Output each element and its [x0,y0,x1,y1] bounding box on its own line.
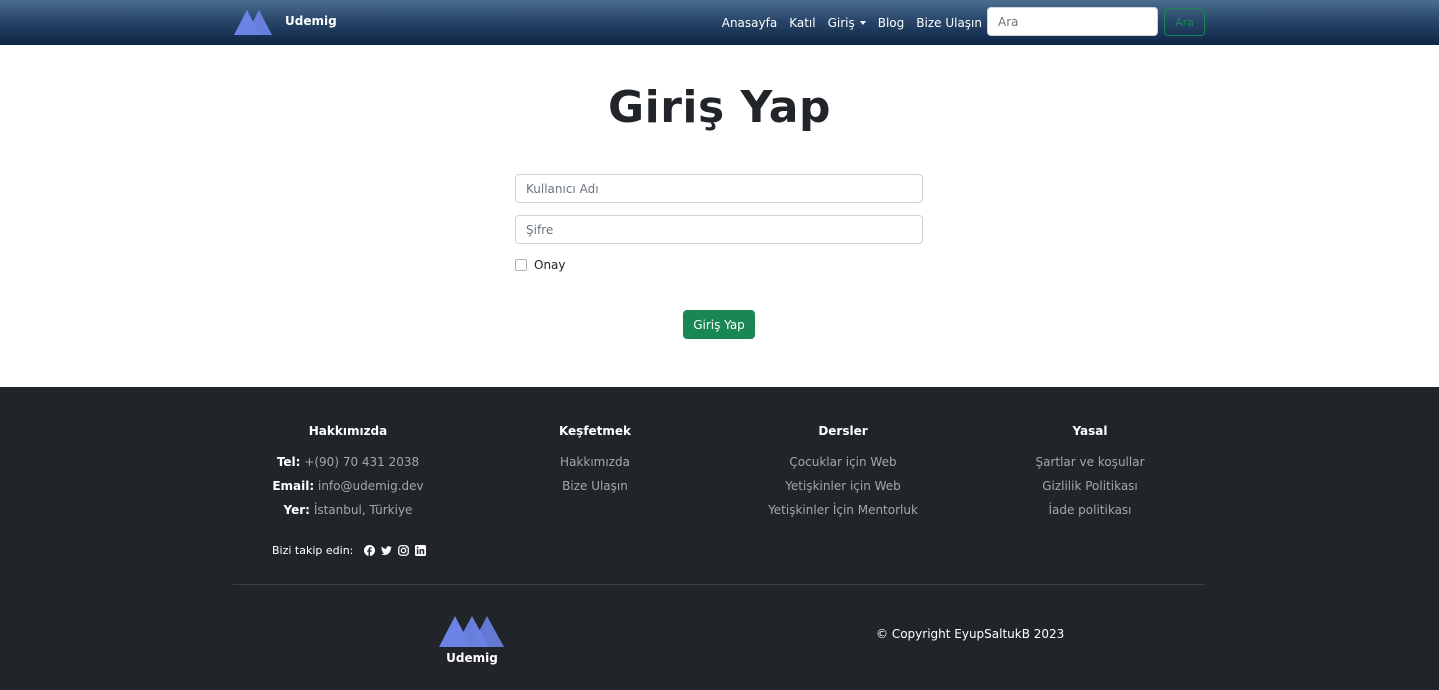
footer-legal-column: Yasal Şartlar ve koşullar Gizlilik Polit… [970,424,1210,526]
email-value[interactable]: info@udemig.dev [318,479,424,493]
footer-link-terms[interactable]: Şartlar ve koşullar [970,454,1210,478]
login-submit-button[interactable]: Giriş Yap [683,310,755,339]
nav-links: Anasayfa Katıl Giriş Blog Bize Ulaşın [710,0,982,45]
nav-link-join[interactable]: Katıl [789,16,815,30]
footer-link-privacy[interactable]: Gizlilik Politikası [970,478,1210,502]
confirm-checkbox-label[interactable]: Onay [534,258,566,272]
confirm-checkbox-row: Onay [515,258,566,272]
confirm-checkbox[interactable] [515,259,527,271]
username-field[interactable] [515,174,923,203]
footer-link-kids-web[interactable]: Çocuklar için Web [723,454,963,478]
udemig-logo-icon [439,616,504,647]
email-label: Email: [272,479,315,493]
footer-link-adults-web[interactable]: Yetişkinler için Web [723,478,963,502]
instagram-icon[interactable] [398,545,410,556]
footer-location: Yer: İstanbul, Türkiye [228,502,468,526]
footer-link-refund[interactable]: İade politikası [970,502,1210,526]
follow-us: Bizi takip edin: [272,544,427,557]
footer-divider [233,584,1205,585]
footer: Hakkımızda Tel: +(90) 70 431 2038 Email:… [0,387,1439,690]
copyright-text: © Copyright EyupSaltukB 2023 [876,627,1065,641]
twitter-icon[interactable] [381,545,393,556]
facebook-icon[interactable] [364,545,376,556]
footer-link-contact[interactable]: Bize Ulaşın [475,478,715,502]
search-input[interactable] [987,7,1158,36]
footer-email: Email: info@udemig.dev [228,478,468,502]
footer-link-about[interactable]: Hakkımızda [475,454,715,478]
caret-down-icon [859,21,866,25]
footer-link-adults-mentoring[interactable]: Yetişkinler İçin Mentorluk [723,502,963,526]
nav-link-contact[interactable]: Bize Ulaşın [916,16,982,30]
footer-about-column: Hakkımızda Tel: +(90) 70 431 2038 Email:… [228,424,468,526]
footer-courses-column: Dersler Çocuklar için Web Yetişkinler iç… [723,424,963,526]
search-button[interactable]: Ara [1164,8,1205,36]
nav-link-home[interactable]: Anasayfa [722,16,777,30]
brand-name: Udemig [285,14,337,28]
phone-label: Tel: [276,455,301,469]
footer-legal-title: Yasal [1072,424,1108,438]
top-navbar: Udemig Anasayfa Katıl Giriş Blog Bize Ul… [0,0,1439,45]
linkedin-icon[interactable] [415,545,427,556]
brand[interactable]: Udemig [234,6,337,36]
footer-brand[interactable]: Udemig [437,612,507,665]
password-field[interactable] [515,215,923,244]
footer-explore-column: Keşfetmek Hakkımızda Bize Ulaşın [475,424,715,502]
udemig-logo-icon [234,10,272,35]
follow-us-label: Bizi takip edin: [272,544,354,557]
page-title: Giriş Yap [608,82,831,133]
nav-link-blog[interactable]: Blog [878,16,905,30]
footer-courses-title: Dersler [818,424,868,438]
footer-explore-title: Keşfetmek [558,424,632,438]
footer-phone: Tel: +(90) 70 431 2038 [228,454,468,478]
nav-dropdown-login-label: Giriş [827,15,855,30]
footer-brand-name: Udemig [446,651,498,665]
location-value: İstanbul, Türkiye [313,503,413,517]
footer-about-title: Hakkımızda [308,424,388,438]
nav-dropdown-login[interactable]: Giriş [828,16,866,30]
phone-value: +(90) 70 431 2038 [304,455,420,469]
location-label: Yer: [283,503,310,517]
